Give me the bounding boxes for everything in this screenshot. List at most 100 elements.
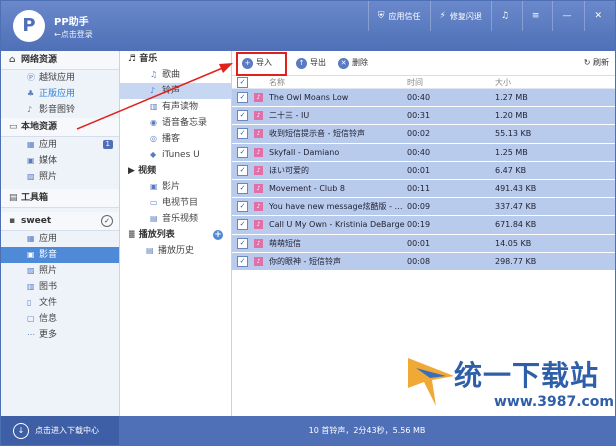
music-button[interactable]: ♫ bbox=[490, 1, 522, 31]
menu-button[interactable]: ≡ bbox=[521, 1, 553, 31]
table-row[interactable]: ✓ ♪ ほい可爱的 00:01 6.47 KB bbox=[232, 161, 615, 180]
row-checkbox[interactable]: ✓ bbox=[237, 110, 248, 122]
table-row[interactable]: ✓ ♪ Skyfall - Damiano 00:40 1.25 MB bbox=[232, 143, 615, 162]
table-row[interactable]: ✓ ♪ Call U My Own - Kristinia DeBarge 00:19… bbox=[232, 216, 615, 235]
nav-group-network[interactable]: ⌂ 网络资源 bbox=[1, 51, 119, 70]
table-row[interactable]: ✓ ♪ Movement - Club 8 00:11 491.43 KB bbox=[232, 179, 615, 199]
app-window: P PP助手 ←点击登录 ⛨ 应用信任 ⚡ 修复闪退 ♫ ≡ — ✕ ⌂ 网络资源 Ⓟ… bbox=[0, 0, 616, 446]
subnav-item-tv-shows[interactable]: ▭ 电视节目 bbox=[120, 195, 231, 211]
refresh-button[interactable]: ↻ 刷新 bbox=[584, 55, 609, 71]
close-button[interactable]: ✕ bbox=[584, 1, 615, 31]
subnav-item-songs[interactable]: ♫ 歌曲 bbox=[120, 67, 231, 83]
nav-item-device-files[interactable]: ▯ 文件 bbox=[1, 295, 119, 311]
more-icon: ⋯ bbox=[27, 330, 35, 339]
login-link[interactable]: ←点击登录 bbox=[54, 29, 93, 40]
home-icon: ⌂ bbox=[9, 55, 16, 65]
subnav-item-itunes-u[interactable]: ◆ iTunes U bbox=[120, 147, 231, 163]
subnav-group-video[interactable]: ▶ 视频 bbox=[120, 163, 231, 179]
computer-icon: ▭ bbox=[9, 122, 18, 132]
nav-item-local-apps[interactable]: ▦ 应用 1 bbox=[1, 137, 119, 153]
lightning-icon: ⚡ bbox=[439, 11, 446, 21]
column-size[interactable]: 大小 bbox=[495, 77, 575, 88]
nav-item-device-more[interactable]: ⋯ 更多 bbox=[1, 327, 119, 343]
subnav-item-music-videos[interactable]: ▤ 音乐视频 bbox=[120, 211, 231, 227]
minimize-button[interactable]: — bbox=[552, 1, 584, 31]
row-checkbox[interactable]: ✓ bbox=[237, 92, 248, 104]
nav-item-device-photos[interactable]: ▨ 照片 bbox=[1, 263, 119, 279]
export-button[interactable]: ↑ 导出 bbox=[296, 55, 326, 71]
nav-item-local-media[interactable]: ▣ 媒体 bbox=[1, 153, 119, 169]
title-bar: P PP助手 ←点击登录 ⛨ 应用信任 ⚡ 修复闪退 ♫ ≡ — ✕ bbox=[1, 1, 615, 51]
table-row[interactable]: ✓♪You have new message炫酷版 - 短信铃...00:093… bbox=[232, 198, 615, 217]
pp-icon: Ⓟ bbox=[27, 73, 35, 82]
subnav-item-podcasts[interactable]: ◎ 播客 bbox=[120, 131, 231, 147]
check-icon: ✓ bbox=[101, 215, 113, 227]
music-note-icon: ♪ bbox=[27, 105, 33, 114]
nav-item-device-books[interactable]: ▥ 图书 bbox=[1, 279, 119, 295]
row-checkbox[interactable]: ✓ bbox=[237, 128, 248, 140]
column-time[interactable]: 时间 bbox=[407, 77, 495, 88]
star-logo-icon bbox=[408, 358, 454, 406]
fix-crash-button[interactable]: ⚡ 修复闪退 bbox=[429, 1, 491, 31]
table-header: ✓ 名称 时间 大小 bbox=[232, 76, 615, 89]
row-checkbox[interactable]: ✓ bbox=[237, 183, 248, 195]
row-checkbox[interactable]: ✓ bbox=[237, 219, 248, 231]
table-row[interactable]: ✓ ♪ 你的眼神 - 短信铃声 00:08 298.77 KB bbox=[232, 252, 615, 271]
subnav-group-music[interactable]: ♬ 音乐 bbox=[120, 51, 231, 67]
book-icon: ▥ bbox=[150, 102, 158, 111]
film-icon: ▣ bbox=[150, 182, 158, 191]
nav-group-device[interactable]: ▪ sweet ✓ bbox=[1, 212, 119, 231]
app-trust-button[interactable]: ⛨ 应用信任 bbox=[367, 1, 430, 31]
shield-icon: ⛨ bbox=[377, 11, 385, 21]
subnav-group-playlists[interactable]: ≣ 播放列表 + bbox=[120, 227, 231, 243]
nav-item-local-photos[interactable]: ▨ 照片 bbox=[1, 169, 119, 185]
subnav-item-play-history[interactable]: ▤ 播放历史 bbox=[120, 243, 231, 259]
ringtone-list: ✓ ♪ The Owl Moans Low 00:40 1.27 MB ✓ ♪ 二十三 - … bbox=[232, 89, 615, 271]
nav-group-toolbox[interactable]: ▤ 工具箱 bbox=[1, 189, 119, 208]
subnav-item-voice-memos[interactable]: ◉ 语音备忘录 bbox=[120, 115, 231, 131]
table-row[interactable]: ✓ ♪ 收到短信提示音 - 短信铃声 00:02 55.13 KB bbox=[232, 125, 615, 144]
podcast-icon: ◎ bbox=[150, 134, 157, 143]
nav-item-official-apps[interactable]: ♣ 正版应用 bbox=[1, 86, 119, 102]
video-icon: ▶ bbox=[128, 166, 139, 176]
close-icon: ✕ bbox=[594, 11, 602, 21]
nav-item-jailbreak-apps[interactable]: Ⓟ 越狱应用 bbox=[1, 70, 119, 86]
nav-item-device-apps[interactable]: ▦ 应用 bbox=[1, 231, 119, 247]
select-all-checkbox[interactable]: ✓ bbox=[237, 76, 248, 88]
toolbar: + 导入 ↑ 导出 ✕ 删除 ↻ 刷新 bbox=[232, 51, 615, 76]
nav-item-media-ringtones[interactable]: ♪ 影音图铃 bbox=[1, 102, 119, 118]
music-note-icon: ♪ bbox=[254, 165, 263, 175]
row-checkbox[interactable]: ✓ bbox=[237, 164, 248, 176]
row-checkbox[interactable]: ✓ bbox=[237, 255, 248, 267]
music-note-icon: ♪ bbox=[254, 220, 263, 230]
download-center-button[interactable]: ↓ 点击进入下载中心 bbox=[1, 416, 119, 445]
table-row[interactable]: ✓ ♪ 萌萌短信 00:01 14.05 KB bbox=[232, 234, 615, 253]
nav-group-local[interactable]: ▭ 本地资源 bbox=[1, 118, 119, 137]
music-note-icon: ♪ bbox=[254, 111, 263, 121]
nav-item-device-messages[interactable]: ▢ 信息 bbox=[1, 311, 119, 327]
nav-item-device-media[interactable]: ▣ 影音 bbox=[1, 247, 119, 263]
music-icon: ♫ bbox=[500, 11, 509, 21]
subnav-item-ringtones[interactable]: ♪ 铃声 bbox=[120, 83, 231, 99]
music-note-icon: ♪ bbox=[254, 238, 263, 248]
message-icon: ▢ bbox=[27, 314, 35, 323]
tv-icon: ▭ bbox=[150, 198, 158, 207]
delete-icon: ✕ bbox=[338, 58, 349, 69]
table-row[interactable]: ✓ ♪ 二十三 - IU 00:31 1.20 MB bbox=[232, 107, 615, 126]
subnav-item-audiobooks[interactable]: ▥ 有声读物 bbox=[120, 99, 231, 115]
music-note-icon: ♪ bbox=[254, 129, 263, 139]
store-icon: ♣ bbox=[27, 89, 35, 98]
music-video-icon: ▤ bbox=[150, 214, 158, 223]
bell-icon: ♪ bbox=[150, 86, 156, 95]
row-checkbox[interactable]: ✓ bbox=[237, 237, 248, 249]
add-playlist-icon[interactable]: + bbox=[213, 230, 223, 240]
toolbox-icon: ▤ bbox=[9, 193, 18, 203]
column-name[interactable]: 名称 bbox=[269, 77, 407, 88]
device-icon: ▪ bbox=[9, 216, 16, 226]
subnav-item-movies[interactable]: ▣ 影片 bbox=[120, 179, 231, 195]
row-checkbox[interactable]: ✓ bbox=[237, 201, 248, 213]
row-checkbox[interactable]: ✓ bbox=[237, 146, 248, 158]
delete-button[interactable]: ✕ 删除 bbox=[338, 55, 368, 71]
table-row[interactable]: ✓ ♪ The Owl Moans Low 00:40 1.27 MB bbox=[232, 89, 615, 108]
download-icon: ↓ bbox=[13, 423, 29, 439]
